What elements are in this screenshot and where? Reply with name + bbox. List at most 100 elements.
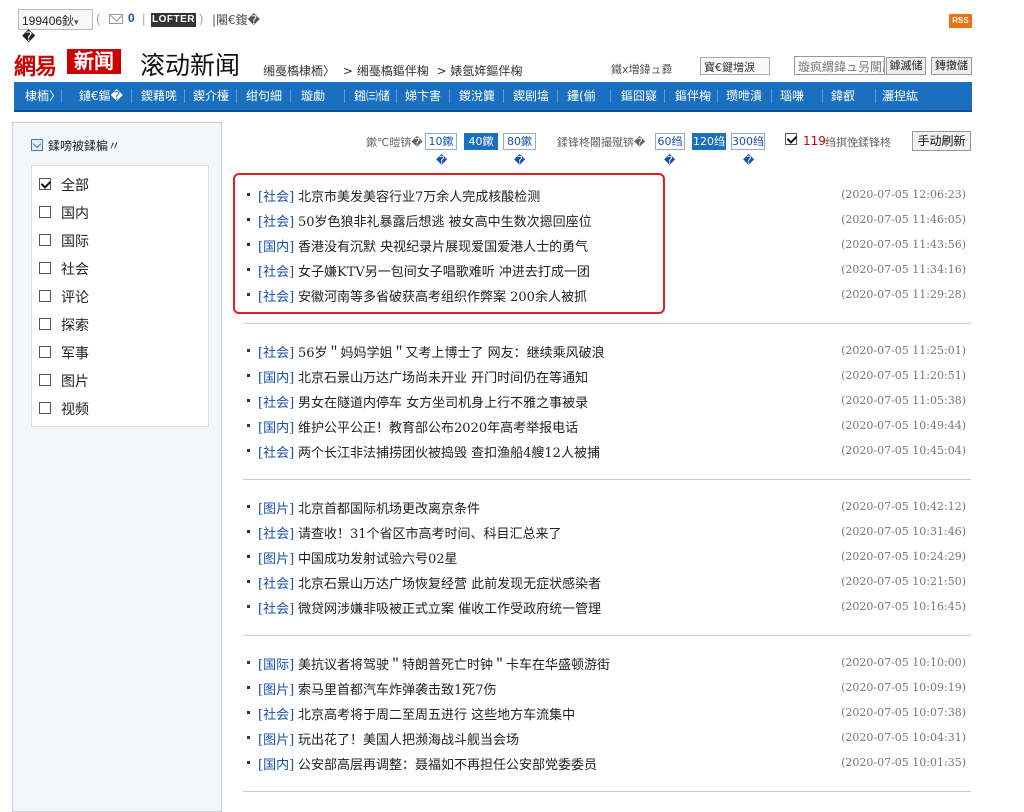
news-title[interactable]: 玩出花了！美国人把濒海战斗舰当会场 xyxy=(298,729,519,748)
nav-item[interactable]: 鍥剧墖 xyxy=(513,82,549,110)
news-title[interactable]: 56岁＂妈妈学姐＂又考上博士了 网友：继续乘风破浪 xyxy=(298,342,605,361)
nav-item[interactable]: 瓒呭潰 xyxy=(726,82,762,110)
news-title[interactable]: 两个长江非法捕捞团伙被捣毁 查扣渔船4艘12人被捕 xyxy=(298,442,600,461)
news-category[interactable]: [社会] xyxy=(258,392,294,411)
checkbox[interactable] xyxy=(39,346,51,358)
news-title[interactable]: 公安部高层再调整：聂福如不再担任公安部党委委员 xyxy=(298,754,597,773)
news-title[interactable]: 索马里首都汽车炸弹袭击致1死7伤 xyxy=(298,679,497,698)
news-category[interactable]: [图片] xyxy=(258,548,294,567)
news-category[interactable]: [社会] xyxy=(258,342,294,361)
rss-icon[interactable]: RSS xyxy=(949,14,972,28)
lofter-link[interactable]: LOFTER xyxy=(151,13,196,27)
nav-item[interactable]: 瑙嗛 xyxy=(780,82,804,110)
collapse-icon[interactable] xyxy=(31,139,43,151)
nav-item[interactable]: 鏂囧寲 xyxy=(621,82,657,110)
category-explore[interactable]: 探索 xyxy=(32,311,210,339)
news-item[interactable]: [图片] 中国成功发射试验六号02星 (2020-07-05 10:24:29) xyxy=(243,545,971,570)
news-item[interactable]: [社会] 两个长江非法捕捞团伙被捣毁 查扣渔船4艘12人被捕 (2020-07-05… xyxy=(243,439,971,464)
news-title[interactable]: 男女在隧道内停车 女方坐司机身上行不雅之事被录 xyxy=(298,392,588,411)
news-title[interactable]: 北京石景山万达广场尚未开业 开门时间仍在等通知 xyxy=(298,367,588,386)
category-military[interactable]: 军事 xyxy=(32,339,210,367)
mail-count[interactable]: 0 xyxy=(128,11,135,25)
checkbox[interactable] xyxy=(39,318,51,330)
nav-item[interactable]: 棣栭〉 xyxy=(25,82,61,110)
search-button[interactable]: 鎼滅储 xyxy=(886,57,926,75)
checkbox[interactable] xyxy=(39,234,51,246)
logout-link[interactable]: |闂€鍑� xyxy=(212,11,260,28)
news-item[interactable]: [国内] 维护公平公正！教育部公布2020年高考举报电话 (2020-07-05 1… xyxy=(243,414,971,439)
news-item[interactable]: [图片] 索马里首都汽车炸弹袭击致1死7伤 (2020-07-05 10:09:19… xyxy=(243,676,971,701)
auto-refresh-checkbox[interactable] xyxy=(785,133,797,145)
news-category[interactable]: [国内] xyxy=(258,754,294,773)
breadcrumb-home[interactable]: 缃戞槗棣栭〉 xyxy=(263,64,335,78)
page-size-80[interactable]: 80鏉 xyxy=(503,133,536,150)
category-label[interactable]: 国内 xyxy=(61,203,89,223)
nav-item[interactable]: 鏂伴椈 xyxy=(675,82,711,110)
news-logo[interactable]: 新闻 xyxy=(67,49,121,74)
news-item[interactable]: [社会] 男女在隧道内停车 女方坐司机身上行不雅之事被录 (2020-07-05 1… xyxy=(243,389,971,414)
news-title[interactable]: 美抗议者将驾驶＂特朗普死亡时钟＂卡车在华盛顿游街 xyxy=(298,654,610,673)
category-label[interactable]: 国际 xyxy=(61,231,89,251)
news-category[interactable]: [图片] xyxy=(258,679,294,698)
nav-item[interactable]: 娣卞害 xyxy=(405,82,441,110)
nav-item[interactable]: 鑸(偂 xyxy=(567,82,596,110)
category-label[interactable]: 评论 xyxy=(61,287,89,307)
news-category[interactable]: [社会] xyxy=(258,523,294,542)
news-title[interactable]: 中国成功发射试验六号02星 xyxy=(298,548,458,567)
news-item[interactable]: [国内] 公安部高层再调整：聂福如不再担任公安部党委委员 (2020-07-05 1… xyxy=(243,751,971,776)
news-title[interactable]: 请查收！31个省区市高考时间、科目汇总来了 xyxy=(298,523,562,542)
nav-item[interactable]: 灑揑紘 xyxy=(882,82,918,110)
category-label[interactable]: 社会 xyxy=(61,259,89,279)
news-title[interactable]: 维护公平公正！教育部公布2020年高考举报电话 xyxy=(298,417,578,436)
manual-refresh-button[interactable]: 手动刷新 xyxy=(912,131,971,151)
nav-item[interactable]: 鍥藉唴 xyxy=(141,82,177,110)
nav-item[interactable]: 鍏叡 xyxy=(831,82,855,110)
category-video[interactable]: 视频 xyxy=(32,395,210,423)
news-category[interactable]: [国内] xyxy=(258,367,294,386)
checkbox[interactable] xyxy=(39,290,51,302)
news-item[interactable]: [国内] 北京石景山万达广场尚未开业 开门时间仍在等通知 (2020-07-05 1… xyxy=(243,364,971,389)
category-label[interactable]: 图片 xyxy=(61,371,89,391)
category-label[interactable]: 视频 xyxy=(61,399,89,419)
news-category[interactable]: [图片] xyxy=(258,729,294,748)
checkbox[interactable] xyxy=(39,402,51,414)
news-title[interactable]: 北京首都国际机场更改离京条件 xyxy=(298,498,480,517)
nav-item[interactable]: 鏈€鏂� xyxy=(79,82,123,110)
news-category[interactable]: [社会] xyxy=(258,442,294,461)
news-item[interactable]: [国际] 美抗议者将驾驶＂特朗普死亡时钟＂卡车在华盛顿游街 (2020-07-05 … xyxy=(243,651,971,676)
page-size-40[interactable]: 40鏉 xyxy=(464,133,498,150)
advanced-search-button[interactable]: 鏄撴儲 xyxy=(931,57,972,75)
mail-icon[interactable] xyxy=(109,14,123,24)
category-label[interactable]: 全部 xyxy=(61,175,89,195)
news-category[interactable]: [国内] xyxy=(258,417,294,436)
nav-item[interactable]: 绀句細 xyxy=(246,82,282,110)
nav-item[interactable]: 鎺㈢储 xyxy=(354,82,390,110)
netease-logo[interactable]: 網易 xyxy=(14,49,57,81)
edition-select[interactable]: 寳€鍵増淚 xyxy=(700,57,770,75)
category-international[interactable]: 国际 xyxy=(32,227,210,255)
news-category[interactable]: [社会] xyxy=(258,598,294,617)
checkbox[interactable] xyxy=(39,374,51,386)
news-category[interactable]: [国际] xyxy=(258,654,294,673)
nav-item[interactable]: 鍐涗簨 xyxy=(459,82,495,110)
interval-300[interactable]: 300绉 xyxy=(731,133,765,150)
news-item[interactable]: [社会] 微贷网涉嫌非吸被正式立案 催收工作受政府统一管理 (2020-07-05 … xyxy=(243,595,971,620)
category-photos[interactable]: 图片 xyxy=(32,367,210,395)
category-society[interactable]: 社会 xyxy=(32,255,210,283)
category-all[interactable]: 全部 xyxy=(32,171,210,199)
news-item[interactable]: [社会] 请查收！31个省区市高考时间、科目汇总来了 (2020-07-05 10:… xyxy=(243,520,971,545)
nav-item[interactable]: 璇勮 xyxy=(301,82,325,110)
news-item[interactable]: [社会] 北京石景山万达广场恢复经营 此前发现无症状感染者 (2020-07-05 … xyxy=(243,570,971,595)
breadcrumb-news[interactable]: > 缃戞槗鏂伴椈 xyxy=(343,64,429,78)
header-text[interactable]: 鐵х増鍏ュ彛 xyxy=(611,61,673,77)
checkbox-checked[interactable] xyxy=(39,178,51,190)
news-category[interactable]: [图片] xyxy=(258,498,294,517)
search-input[interactable]: 璇疯緭鍏ュ叧閿瓧 xyxy=(794,56,885,75)
checkbox[interactable] xyxy=(39,206,51,218)
user-account-select[interactable]: 199406鈥▾ xyxy=(18,9,93,30)
nav-item[interactable]: 鍥介檯 xyxy=(193,82,229,110)
news-title[interactable]: 微贷网涉嫌非吸被正式立案 催收工作受政府统一管理 xyxy=(298,598,601,617)
news-title[interactable]: 北京高考将于周二至周五进行 这些地方车流集中 xyxy=(298,704,575,723)
page-size-10[interactable]: 10鏉 xyxy=(425,133,457,150)
interval-60[interactable]: 60绉 xyxy=(655,133,685,150)
